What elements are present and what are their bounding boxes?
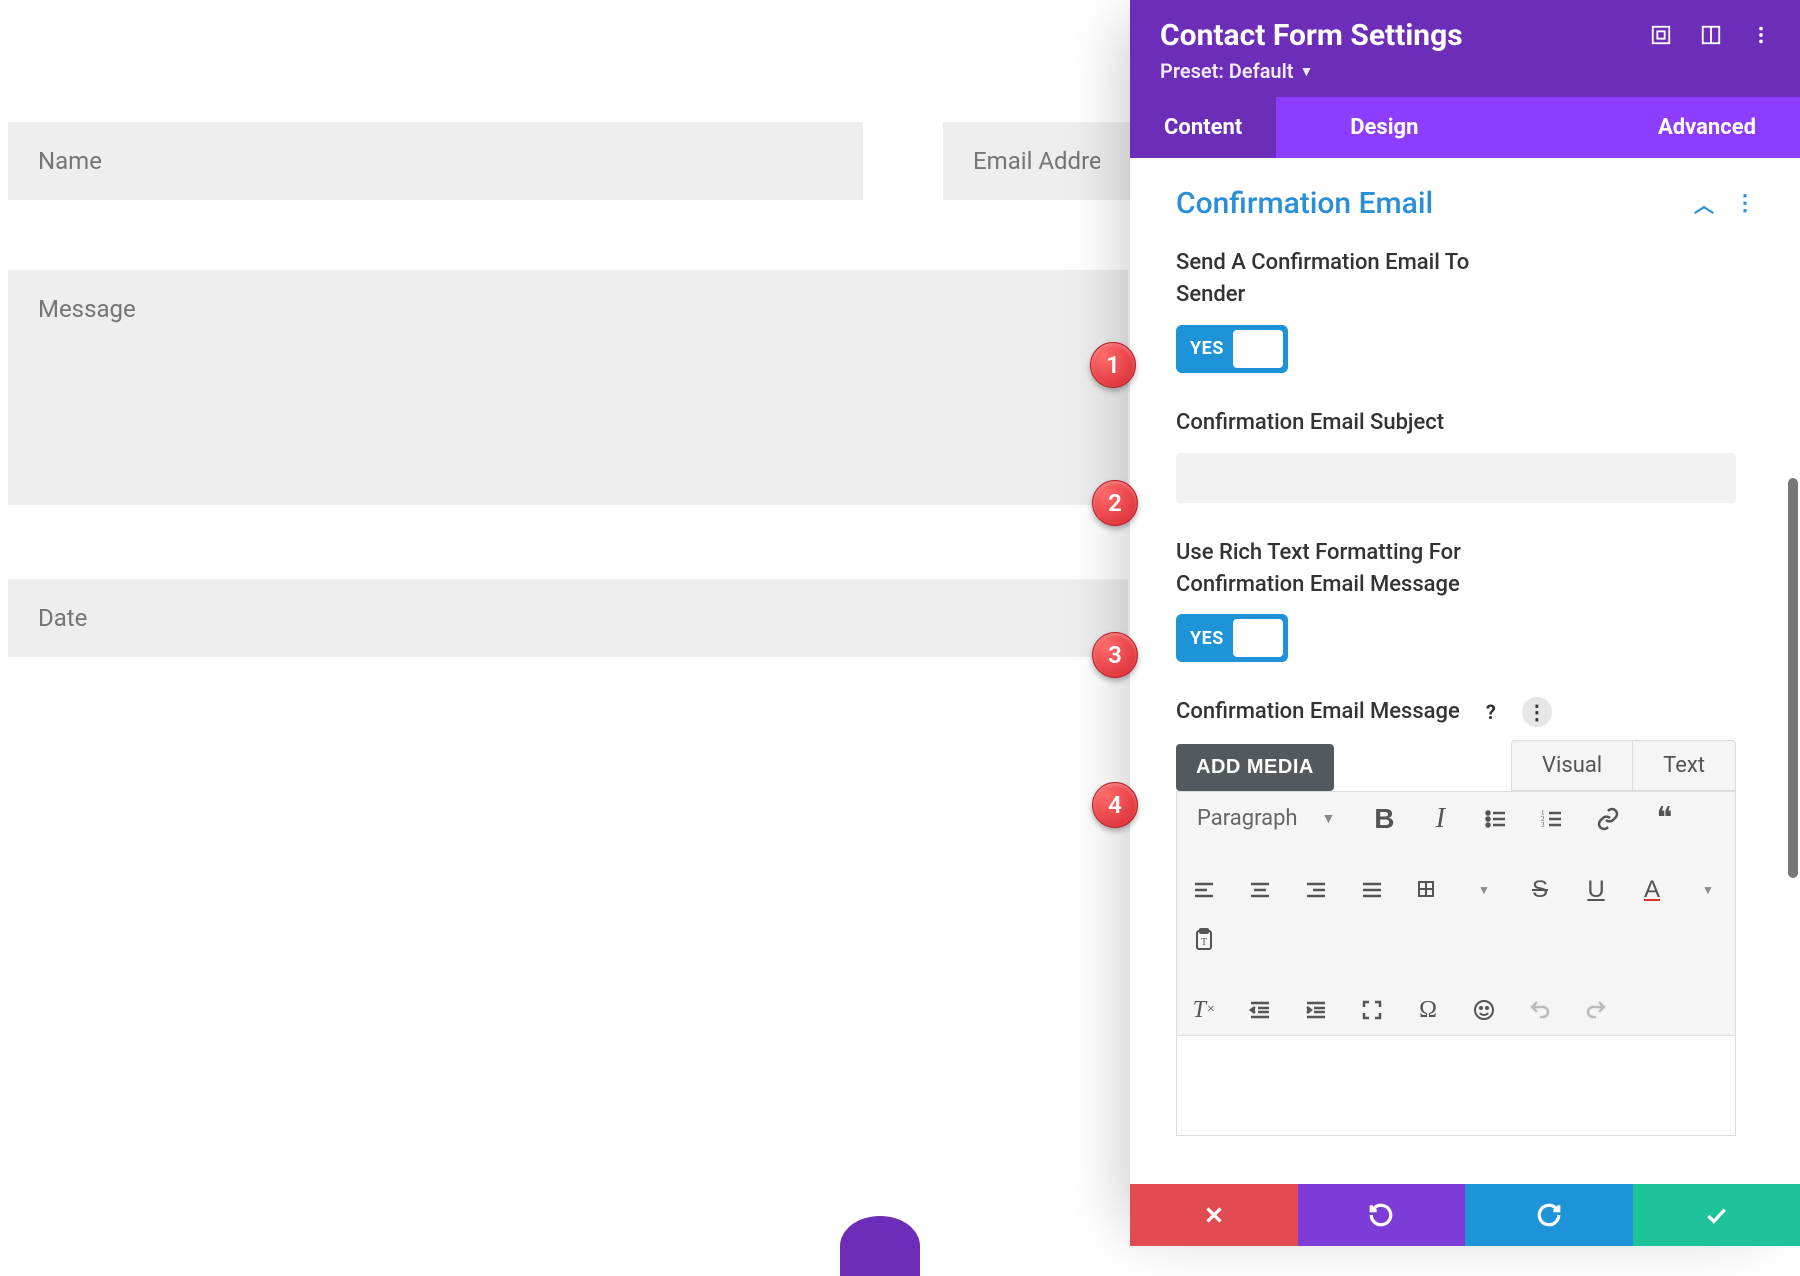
text-color-icon[interactable]: A bbox=[1637, 875, 1667, 905]
blockquote-icon[interactable]: ❝ bbox=[1649, 804, 1679, 834]
emoji-icon[interactable] bbox=[1469, 995, 1499, 1025]
richtext-editor: ADD MEDIA Visual Text Paragraph ▼ B I 12… bbox=[1176, 740, 1736, 1136]
outdent-icon[interactable] bbox=[1245, 995, 1275, 1025]
text-color-caret-icon[interactable]: ▼ bbox=[1693, 875, 1723, 905]
callout-1: 1 bbox=[1090, 342, 1136, 388]
fullscreen-icon[interactable] bbox=[1357, 995, 1387, 1025]
message-field[interactable] bbox=[8, 270, 1128, 505]
more-icon[interactable] bbox=[1750, 24, 1772, 46]
confirm-button[interactable] bbox=[1633, 1184, 1800, 1246]
panel-header: Contact Form Settings Preset: Default ▼ bbox=[1130, 0, 1800, 97]
subject-input[interactable] bbox=[1176, 453, 1736, 503]
richtext-label: Use Rich Text Formatting For Confirmatio… bbox=[1176, 537, 1536, 601]
align-right-icon[interactable] bbox=[1301, 875, 1331, 905]
callout-3: 3 bbox=[1092, 632, 1138, 678]
caret-down-icon: ▼ bbox=[1322, 810, 1336, 827]
message-more-icon[interactable]: ⋮ bbox=[1522, 697, 1552, 727]
editor-tab-text[interactable]: Text bbox=[1633, 740, 1736, 791]
format-select-label: Paragraph bbox=[1197, 806, 1298, 831]
tab-advanced[interactable]: Advanced bbox=[1624, 97, 1790, 158]
panel-title: Contact Form Settings bbox=[1160, 18, 1463, 53]
layout-icon[interactable] bbox=[1700, 24, 1722, 46]
preset-label: Preset: Default bbox=[1160, 59, 1294, 83]
align-justify-icon[interactable] bbox=[1357, 875, 1387, 905]
name-field[interactable] bbox=[8, 122, 863, 200]
numbered-list-icon[interactable]: 123 bbox=[1537, 804, 1567, 834]
settings-panel: Contact Form Settings Preset: Default ▼ … bbox=[1130, 0, 1800, 1246]
setting-message: Confirmation Email Message ? ⋮ ADD MEDIA… bbox=[1176, 696, 1754, 1136]
subject-label: Confirmation Email Subject bbox=[1176, 407, 1536, 439]
send-confirmation-label: Send A Confirmation Email To Sender bbox=[1176, 247, 1536, 311]
format-select[interactable]: Paragraph ▼ bbox=[1189, 802, 1343, 835]
link-icon[interactable] bbox=[1593, 804, 1623, 834]
date-field[interactable] bbox=[8, 579, 1128, 657]
redo-button[interactable] bbox=[1465, 1184, 1633, 1246]
special-char-icon[interactable]: Ω bbox=[1413, 995, 1443, 1025]
undo-icon[interactable] bbox=[1525, 995, 1555, 1025]
tab-design[interactable]: Design bbox=[1316, 97, 1452, 158]
align-center-icon[interactable] bbox=[1245, 875, 1275, 905]
align-left-icon[interactable] bbox=[1189, 875, 1219, 905]
section-more-icon[interactable]: ⋮ bbox=[1734, 191, 1754, 216]
editor-toolbar: Paragraph ▼ B I 123 ❝ ▼ S bbox=[1176, 791, 1736, 1036]
send-confirmation-toggle[interactable]: YES bbox=[1176, 325, 1288, 373]
callout-2: 2 bbox=[1092, 480, 1138, 526]
panel-footer bbox=[1130, 1184, 1800, 1246]
callout-4: 4 bbox=[1092, 782, 1138, 828]
underline-icon[interactable]: U bbox=[1581, 875, 1611, 905]
form-preview bbox=[0, 0, 1130, 727]
panel-body: Confirmation Email ︿ ⋮ Send A Confirmati… bbox=[1130, 158, 1800, 1246]
svg-text:T: T bbox=[1201, 937, 1207, 948]
toggle-knob bbox=[1233, 330, 1283, 368]
undo-button[interactable] bbox=[1298, 1184, 1466, 1246]
message-label: Confirmation Email Message bbox=[1176, 696, 1460, 728]
collapse-section-icon[interactable]: ︿ bbox=[1694, 189, 1714, 218]
section-title: Confirmation Email bbox=[1176, 186, 1433, 221]
cancel-button[interactable] bbox=[1130, 1184, 1298, 1246]
setting-subject: Confirmation Email Subject bbox=[1176, 407, 1754, 503]
preset-selector[interactable]: Preset: Default ▼ bbox=[1160, 59, 1463, 83]
scrollbar-thumb[interactable] bbox=[1788, 478, 1798, 878]
editor-tab-visual[interactable]: Visual bbox=[1511, 740, 1633, 791]
toggle-knob bbox=[1233, 619, 1283, 657]
add-media-button[interactable]: ADD MEDIA bbox=[1176, 744, 1334, 791]
strikethrough-icon[interactable]: S bbox=[1525, 875, 1555, 905]
tab-content[interactable]: Content bbox=[1130, 97, 1276, 158]
decorative-bump bbox=[840, 1216, 920, 1276]
bullet-list-icon[interactable] bbox=[1481, 804, 1511, 834]
clear-format-icon[interactable]: T× bbox=[1189, 995, 1219, 1025]
toggle-yes-text: YES bbox=[1190, 628, 1224, 649]
setting-send-confirmation: Send A Confirmation Email To Sender YES bbox=[1176, 247, 1754, 373]
toggle-yes-text: YES bbox=[1190, 338, 1224, 359]
panel-tabs: Content Design Advanced bbox=[1130, 97, 1800, 158]
indent-icon[interactable] bbox=[1301, 995, 1331, 1025]
expand-icon[interactable] bbox=[1650, 24, 1672, 46]
paste-text-icon[interactable]: T bbox=[1189, 925, 1219, 955]
table-caret-icon[interactable]: ▼ bbox=[1469, 875, 1499, 905]
richtext-toggle[interactable]: YES bbox=[1176, 614, 1288, 662]
bold-icon[interactable]: B bbox=[1369, 804, 1399, 834]
editor-textarea[interactable] bbox=[1176, 1036, 1736, 1136]
redo-icon[interactable] bbox=[1581, 995, 1611, 1025]
caret-down-icon: ▼ bbox=[1300, 63, 1314, 80]
email-field[interactable] bbox=[943, 122, 1130, 200]
help-icon[interactable]: ? bbox=[1476, 697, 1506, 727]
italic-icon[interactable]: I bbox=[1425, 804, 1455, 834]
table-icon[interactable] bbox=[1413, 875, 1443, 905]
svg-text:3: 3 bbox=[1541, 821, 1545, 829]
setting-richtext: Use Rich Text Formatting For Confirmatio… bbox=[1176, 537, 1754, 663]
